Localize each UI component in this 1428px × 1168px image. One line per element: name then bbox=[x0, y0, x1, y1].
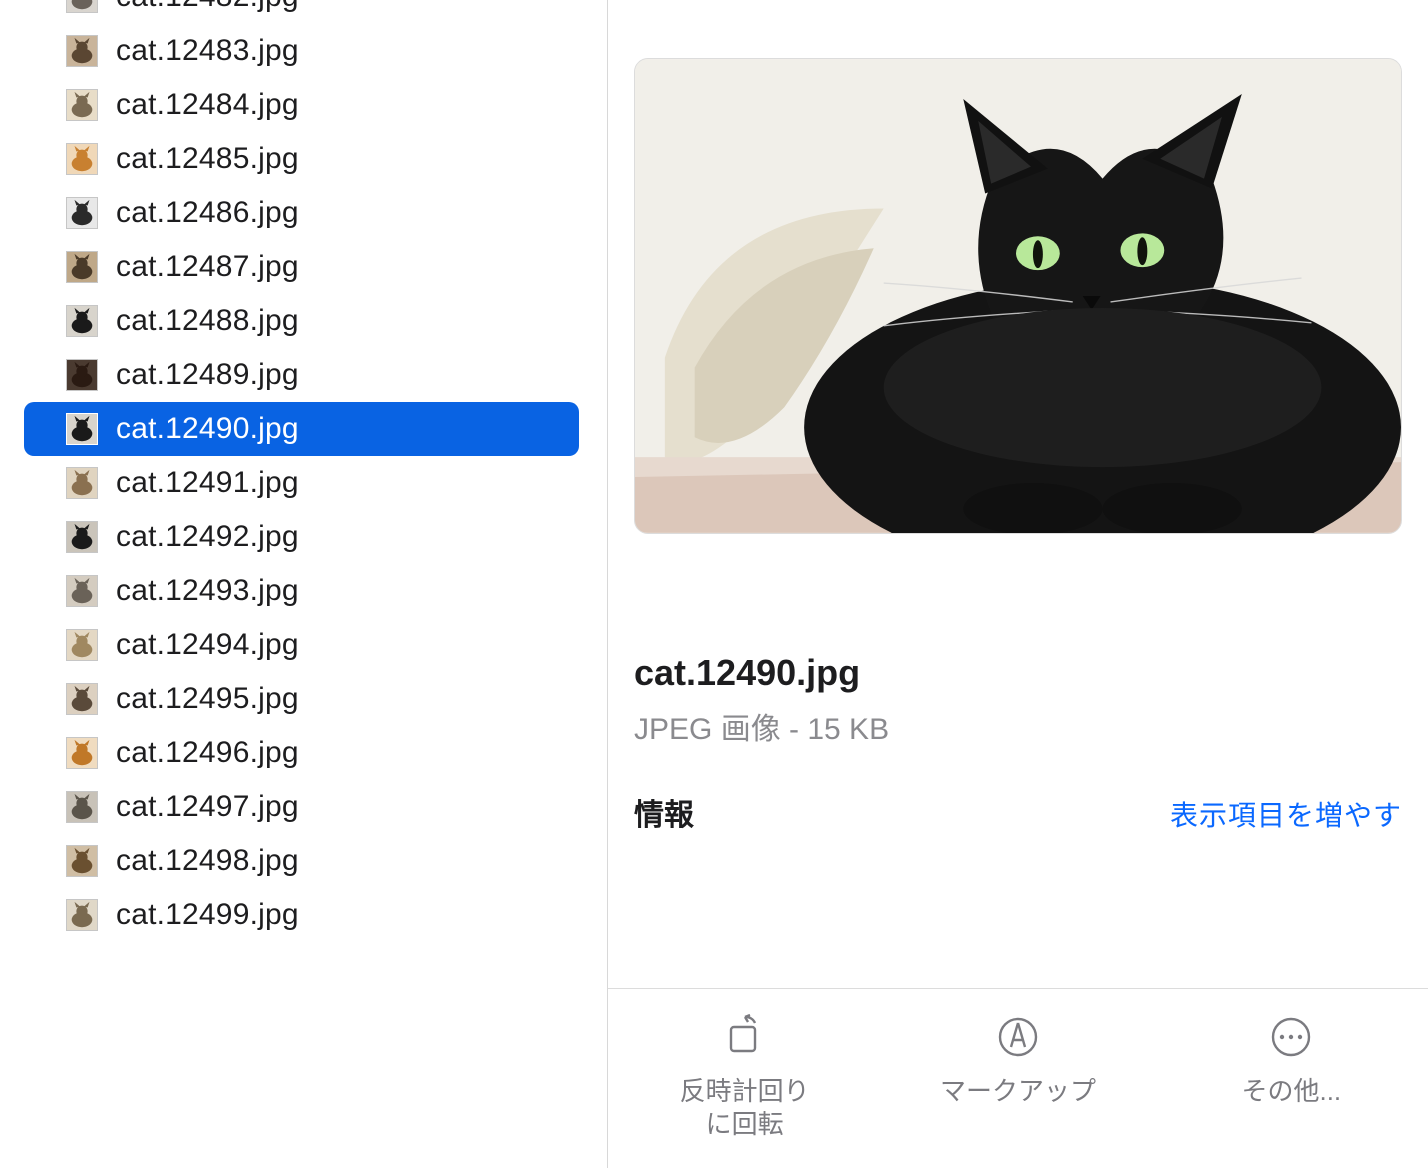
file-thumbnail-icon bbox=[66, 521, 98, 553]
file-item[interactable]: cat.12498.jpg bbox=[24, 834, 579, 888]
file-item[interactable]: cat.12493.jpg bbox=[24, 564, 579, 618]
more-icon bbox=[1267, 1013, 1315, 1061]
file-name-label: cat.12485.jpg bbox=[116, 142, 299, 176]
more-actions-button[interactable]: その他... bbox=[1181, 1013, 1401, 1108]
file-item[interactable]: cat.12491.jpg bbox=[24, 456, 579, 510]
file-item[interactable]: cat.12496.jpg bbox=[24, 726, 579, 780]
file-item[interactable]: cat.12485.jpg bbox=[24, 132, 579, 186]
rotate-ccw-button[interactable]: 反時計回り に回転 bbox=[635, 1013, 855, 1140]
file-item[interactable]: cat.12487.jpg bbox=[24, 240, 579, 294]
file-item[interactable]: cat.12482.jpg bbox=[24, 0, 579, 24]
file-thumbnail-icon bbox=[66, 899, 98, 931]
file-thumbnail-icon bbox=[66, 737, 98, 769]
file-list: cat.12482.jpg cat.12483.jpg cat.12484.jpg c… bbox=[0, 0, 607, 942]
preview-pane: cat.12490.jpg JPEG 画像 - 15 KB 情報 表示項目を増や… bbox=[608, 0, 1428, 1168]
file-thumbnail-icon bbox=[66, 251, 98, 283]
info-label: 情報 bbox=[634, 790, 694, 834]
file-thumbnail-icon bbox=[66, 305, 98, 337]
file-name-label: cat.12491.jpg bbox=[116, 466, 299, 500]
file-name-label: cat.12496.jpg bbox=[116, 736, 299, 770]
file-name-label: cat.12484.jpg bbox=[116, 88, 299, 122]
file-item[interactable]: cat.12494.jpg bbox=[24, 618, 579, 672]
file-item[interactable]: cat.12492.jpg bbox=[24, 510, 579, 564]
file-name-label: cat.12487.jpg bbox=[116, 250, 299, 284]
file-thumbnail-icon bbox=[66, 0, 98, 13]
file-item[interactable]: cat.12483.jpg bbox=[24, 24, 579, 78]
file-name-label: cat.12490.jpg bbox=[116, 412, 299, 446]
file-thumbnail-icon bbox=[66, 575, 98, 607]
file-thumbnail-icon bbox=[66, 629, 98, 661]
file-item[interactable]: cat.12488.jpg bbox=[24, 294, 579, 348]
file-thumbnail-icon bbox=[66, 89, 98, 121]
file-name-label: cat.12497.jpg bbox=[116, 790, 299, 824]
info-section-header: 情報 表示項目を増やす bbox=[634, 790, 1402, 834]
file-thumbnail-icon bbox=[66, 35, 98, 67]
file-thumbnail-icon bbox=[66, 467, 98, 499]
file-thumbnail-icon bbox=[66, 197, 98, 229]
file-thumbnail-icon bbox=[66, 683, 98, 715]
file-item[interactable]: cat.12490.jpg bbox=[24, 402, 579, 456]
more-label: その他... bbox=[1241, 1075, 1341, 1108]
file-name-label: cat.12499.jpg bbox=[116, 898, 299, 932]
preview-filetype: JPEG 画像 - 15 KB bbox=[634, 704, 1402, 748]
file-list-pane: cat.12482.jpg cat.12483.jpg cat.12484.jpg c… bbox=[0, 0, 608, 1168]
file-thumbnail-icon bbox=[66, 143, 98, 175]
rotate-ccw-label: 反時計回り に回転 bbox=[680, 1075, 810, 1140]
file-thumbnail-icon bbox=[66, 413, 98, 445]
file-thumbnail-icon bbox=[66, 791, 98, 823]
file-item[interactable]: cat.12499.jpg bbox=[24, 888, 579, 942]
quick-actions-toolbar: 反時計回り に回転 マークアップ bbox=[608, 988, 1428, 1168]
file-item[interactable]: cat.12497.jpg bbox=[24, 780, 579, 834]
preview-image[interactable] bbox=[634, 58, 1402, 534]
markup-icon bbox=[994, 1013, 1042, 1061]
cat-image-icon bbox=[635, 59, 1401, 533]
file-name-label: cat.12493.jpg bbox=[116, 574, 299, 608]
file-item[interactable]: cat.12495.jpg bbox=[24, 672, 579, 726]
file-item[interactable]: cat.12484.jpg bbox=[24, 78, 579, 132]
file-name-label: cat.12494.jpg bbox=[116, 628, 299, 662]
rotate-ccw-icon bbox=[721, 1013, 769, 1061]
file-name-label: cat.12486.jpg bbox=[116, 196, 299, 230]
file-name-label: cat.12482.jpg bbox=[116, 0, 299, 14]
file-item[interactable]: cat.12489.jpg bbox=[24, 348, 579, 402]
preview-filename: cat.12490.jpg bbox=[634, 652, 1402, 694]
file-name-label: cat.12483.jpg bbox=[116, 34, 299, 68]
file-item[interactable]: cat.12486.jpg bbox=[24, 186, 579, 240]
file-name-label: cat.12489.jpg bbox=[116, 358, 299, 392]
markup-button[interactable]: マークアップ bbox=[908, 1013, 1128, 1108]
file-thumbnail-icon bbox=[66, 359, 98, 391]
file-name-label: cat.12488.jpg bbox=[116, 304, 299, 338]
markup-label: マークアップ bbox=[940, 1075, 1096, 1108]
file-thumbnail-icon bbox=[66, 845, 98, 877]
show-more-link[interactable]: 表示項目を増やす bbox=[1170, 794, 1402, 834]
file-metadata: cat.12490.jpg JPEG 画像 - 15 KB bbox=[634, 652, 1402, 748]
file-name-label: cat.12498.jpg bbox=[116, 844, 299, 878]
file-name-label: cat.12492.jpg bbox=[116, 520, 299, 554]
file-name-label: cat.12495.jpg bbox=[116, 682, 299, 716]
